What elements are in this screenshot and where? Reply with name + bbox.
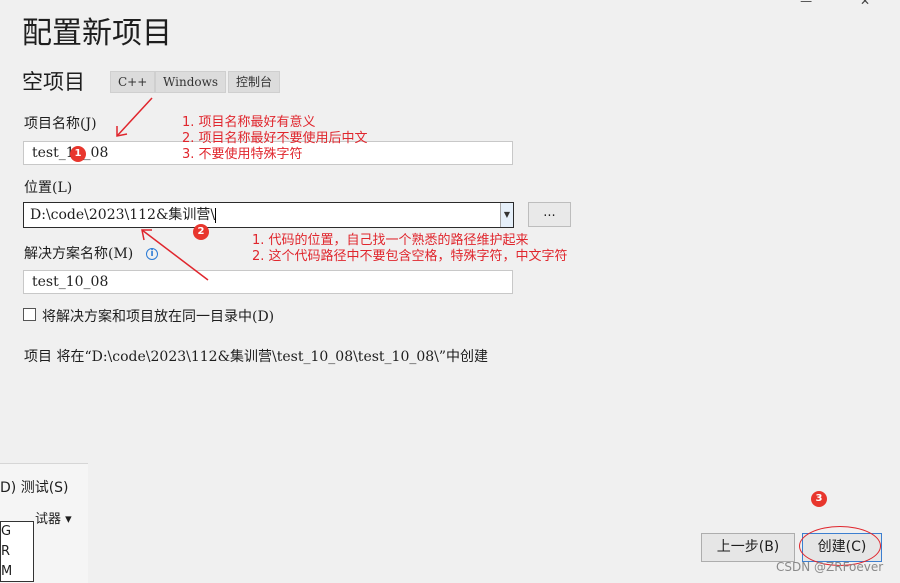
annotation-badge-3: 3 [811,491,827,507]
background-menu-bar[interactable]: D) 测试(S) [0,477,69,497]
annotation-note-2: 1. 代码的位置，自己找一个熟悉的路径维护起来 2. 这个代码路径中不要包含空格… [252,233,568,265]
note-2-line-2: 2. 这个代码路径中不要包含空格，特殊字符，中文字符 [252,249,568,264]
note-1-line-2: 2. 项目名称最好不要使用后中文 [182,131,368,146]
annotation-badge-1: 1 [70,146,86,162]
note-1-line-3: 3. 不要使用特殊字符 [182,147,303,162]
background-dropdown-list: G R M [0,521,34,582]
annotation-badge-2: 2 [193,224,209,240]
arrow-1 [116,97,153,137]
annotation-arrows [116,97,209,281]
note-2-line-1: 1. 代码的位置，自己找一个熟悉的路径维护起来 [252,233,529,248]
list-item[interactable]: M [1,562,33,581]
annotation-note-1: 1. 项目名称最好有意义 2. 项目名称最好不要使用后中文 3. 不要使用特殊字… [182,115,368,163]
background-toolbar[interactable]: 试器 ▾ [35,508,72,527]
list-item[interactable]: G [1,522,33,542]
watermark: CSDN @ZRFoever [776,560,884,574]
note-1-line-1: 1. 项目名称最好有意义 [182,115,316,130]
back-button[interactable]: 上一步(B) [701,533,795,562]
list-item[interactable]: R [1,542,33,562]
